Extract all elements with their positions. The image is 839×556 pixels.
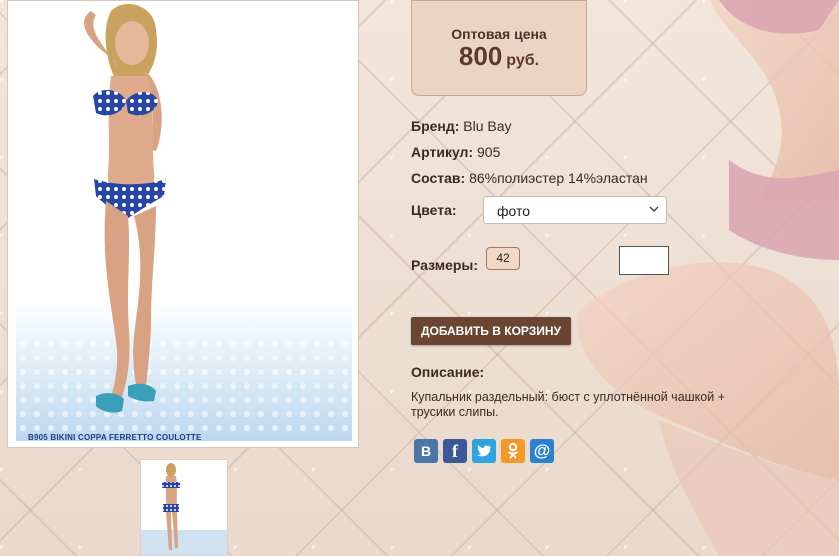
- composition-value: 86%полиэстер 14%эластан: [469, 170, 648, 186]
- add-to-cart-button[interactable]: ДОБАВИТЬ В КОРЗИНУ: [411, 317, 571, 345]
- vk-icon-glyph: B: [420, 443, 432, 459]
- chevron-down-icon: [649, 206, 659, 213]
- quantity-input[interactable]: [619, 246, 669, 275]
- colors-label-row: Цвета:: [411, 202, 457, 218]
- price-value: 800 руб.: [412, 41, 586, 72]
- mail-share-icon[interactable]: @: [530, 439, 554, 463]
- twitter-bird-icon: [477, 445, 492, 457]
- brand-label: Бренд:: [411, 118, 460, 134]
- article-label: Артикул:: [411, 144, 474, 160]
- description-text: Купальник раздельный: бюст с уплотнённой…: [411, 390, 725, 419]
- thumbnail-photo-illustration: [141, 463, 227, 555]
- article-value: 905: [477, 144, 501, 160]
- vk-share-icon[interactable]: B: [414, 439, 438, 463]
- image-caption: B905 BIKINI COPPA FERRETTO COULOTTE: [28, 433, 202, 442]
- product-thumbnail[interactable]: [140, 459, 228, 556]
- colors-label: Цвета:: [411, 202, 457, 218]
- price-label: Оптовая цена: [451, 26, 547, 42]
- composition-label: Состав:: [411, 170, 466, 186]
- facebook-share-icon[interactable]: f: [443, 439, 467, 463]
- brand-value: Blu Bay: [463, 118, 512, 134]
- social-share-bar: B f @: [414, 439, 554, 463]
- facebook-icon-glyph: f: [452, 441, 458, 461]
- price-amount: 800: [458, 41, 503, 71]
- mail-icon-glyph: @: [533, 441, 551, 460]
- description-label-row: Описание:: [411, 364, 484, 380]
- twitter-share-icon[interactable]: [472, 439, 496, 463]
- odnoklassniki-icon: [507, 442, 519, 459]
- wholesale-price-box: Оптовая цена 800 руб.: [411, 0, 587, 96]
- composition-row: Состав: 86%полиэстер 14%эластан: [411, 170, 648, 186]
- main-product-image[interactable]: B905 BIKINI COPPA FERRETTO COULOTTE: [7, 0, 359, 448]
- price-currency: руб.: [506, 52, 540, 69]
- product-photo-illustration: [16, 3, 352, 441]
- main-product-image-frame: [16, 1, 352, 441]
- article-row: Артикул: 905: [411, 144, 500, 160]
- odnoklassniki-share-icon[interactable]: [501, 439, 525, 463]
- size-option-42[interactable]: 42: [486, 247, 520, 270]
- color-select[interactable]: фото: [483, 196, 667, 224]
- color-select-value: фото: [497, 203, 531, 219]
- sizes-label-row: Размеры:: [411, 257, 478, 273]
- brand-row: Бренд: Blu Bay: [411, 118, 512, 134]
- sizes-label: Размеры:: [411, 257, 479, 273]
- description-label: Описание:: [411, 364, 485, 380]
